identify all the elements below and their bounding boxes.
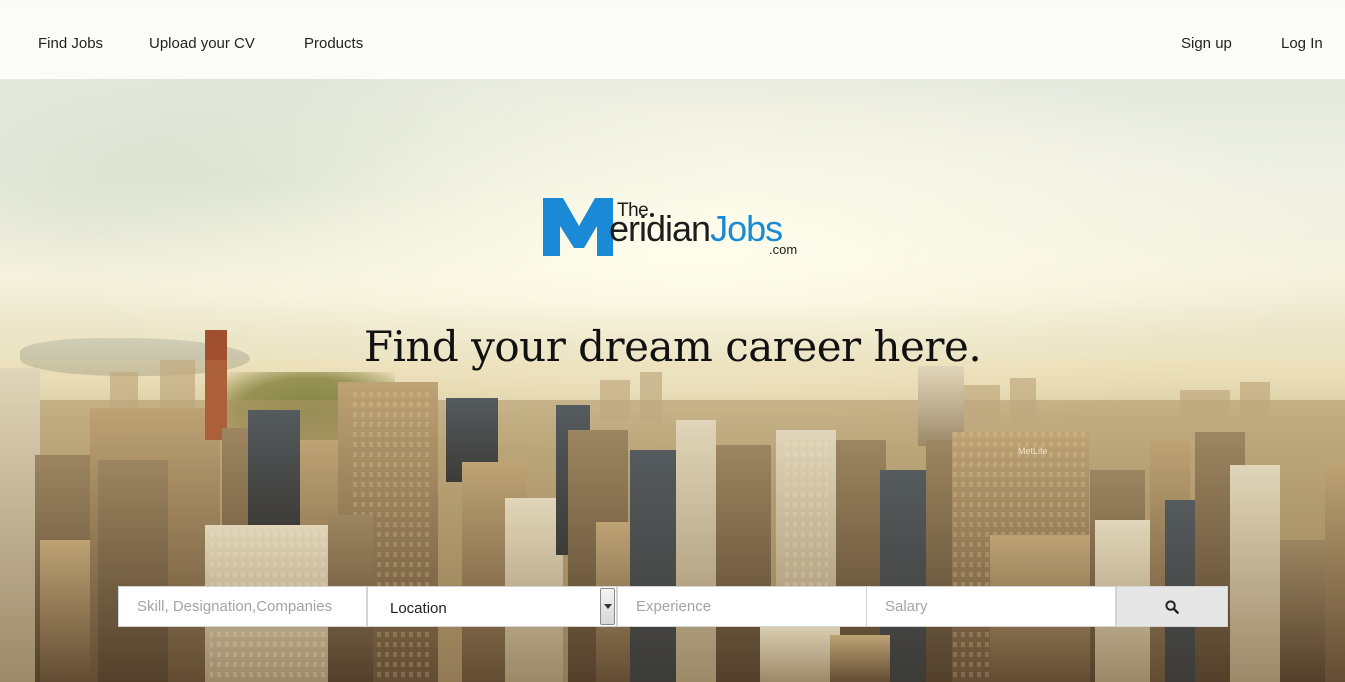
search-icon [1165, 600, 1179, 614]
nav-find-jobs[interactable]: Find Jobs [38, 35, 103, 53]
nav-upload-cv[interactable]: Upload your CV [149, 35, 255, 53]
hero-headline: Find your dream career here. [363, 322, 982, 371]
nav-products[interactable]: Products [304, 35, 363, 53]
site-logo[interactable]: The eridianJobs .com [543, 196, 808, 260]
chevron-down-icon[interactable] [600, 588, 615, 625]
experience-field [617, 586, 867, 627]
job-search-bar: Location [118, 586, 1228, 627]
logo-domain: .com [769, 242, 798, 257]
salary-input[interactable] [867, 587, 1115, 626]
location-selected-value: Location [390, 600, 447, 617]
location-select[interactable]: Location [367, 586, 617, 627]
search-button[interactable] [1116, 586, 1228, 627]
top-navigation-bar: Find Jobs Upload your CV Products Sign u… [0, 0, 1345, 79]
keyword-field [118, 586, 367, 627]
logo-wordmark: eridianJobs [609, 208, 783, 250]
logo-wordmark-main: eridian [609, 208, 711, 249]
nav-log-in[interactable]: Log In [1281, 35, 1323, 53]
keyword-input[interactable] [119, 587, 366, 626]
salary-field [866, 586, 1116, 627]
nav-sign-up[interactable]: Sign up [1181, 35, 1232, 53]
experience-input[interactable] [618, 587, 866, 626]
logo-m-mark [543, 198, 613, 256]
